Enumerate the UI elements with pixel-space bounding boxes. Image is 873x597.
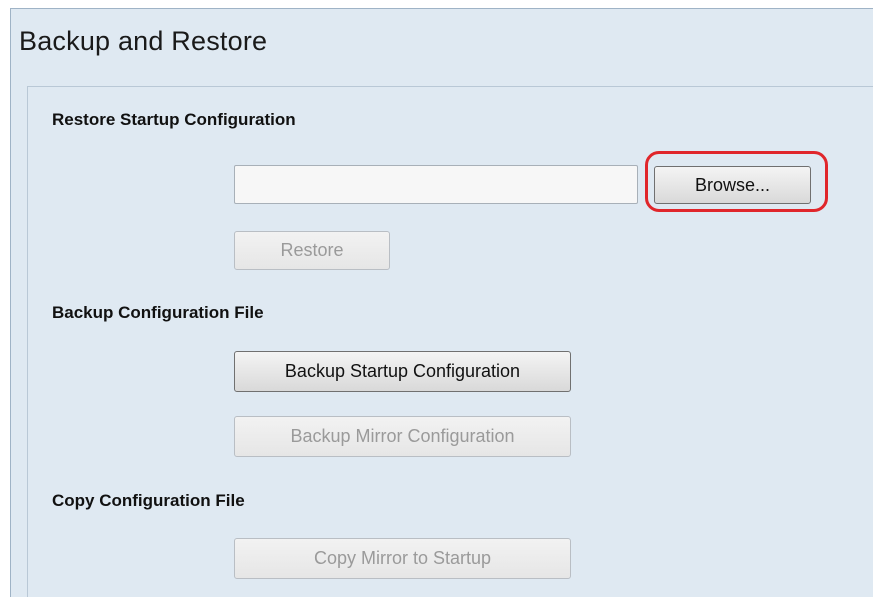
backup-section-heading: Backup Configuration File	[52, 303, 264, 322]
backup-startup-configuration-button[interactable]: Backup Startup Configuration	[234, 351, 571, 392]
restore-file-input[interactable]	[234, 165, 638, 204]
restore-section-heading: Restore Startup Configuration	[52, 110, 296, 129]
window: Backup and Restore Restore Startup Confi…	[0, 0, 873, 597]
copy-mirror-to-startup-button[interactable]: Copy Mirror to Startup	[234, 538, 571, 579]
backup-mirror-configuration-button[interactable]: Backup Mirror Configuration	[234, 416, 571, 457]
browse-highlight-ring	[645, 151, 828, 212]
copy-section-heading: Copy Configuration File	[52, 491, 245, 510]
restore-button[interactable]: Restore	[234, 231, 390, 270]
page-title: Backup and Restore	[19, 26, 268, 56]
